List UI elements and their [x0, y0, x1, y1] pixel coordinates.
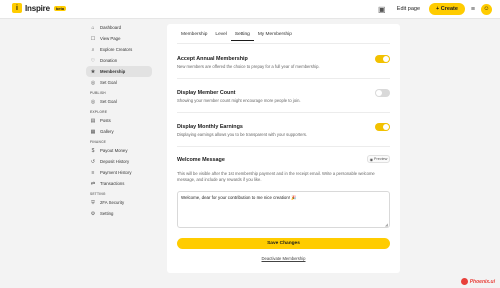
deactivate-membership-link[interactable]: Deactivate Membership — [167, 256, 400, 261]
settings-card: Membership Level Setting My Membership A… — [167, 24, 400, 273]
donation-icon: ♡ — [90, 57, 96, 64]
sidebar-item-label: Gallery — [100, 129, 114, 134]
set-goal-icon: ◎ — [90, 79, 96, 86]
divider — [177, 78, 390, 79]
membership-icon: ★ — [90, 68, 96, 75]
posts-icon: ▤ — [90, 117, 96, 124]
dashboard-icon: ⌂ — [91, 24, 95, 31]
member-count-toggle[interactable] — [375, 89, 390, 97]
eye-icon: ◉ — [369, 157, 373, 162]
sidebar-section-publish: PUBLISH — [90, 91, 106, 95]
sidebar-item-label: Explore Creators — [100, 47, 133, 52]
setting-annual-membership: Accept Annual Membership New members are… — [177, 55, 390, 69]
sidebar-item-transactions[interactable]: ⇄ Transactions — [86, 178, 152, 189]
set-goal-icon: ◎ — [90, 98, 96, 105]
logo[interactable]: i Inspire beta — [12, 3, 67, 13]
annual-membership-toggle[interactable] — [375, 55, 390, 63]
deposit-history-icon: ↺ — [90, 158, 96, 165]
top-bar: i Inspire beta ▣ Edit page + Create ≡ ☺ — [0, 0, 500, 19]
preview-label: Preview — [373, 157, 388, 161]
setting-description: New members are offered the choice to pr… — [177, 64, 320, 69]
watermark-text: Phoenix.ui — [469, 278, 495, 285]
tab-membership[interactable]: Membership — [177, 30, 211, 41]
tab-bar: Membership Level Setting My Membership — [177, 30, 296, 41]
sidebar-section-explore: EXPLORE — [90, 110, 108, 114]
sidebar-item-payment-history[interactable]: ≡ Payment History — [86, 167, 152, 178]
setting-icon: ⚙ — [90, 210, 96, 217]
tab-my-membership[interactable]: My Membership — [254, 30, 296, 41]
welcome-message-value: Welcome, dear for your contribution to m… — [181, 195, 297, 200]
sidebar-section-setting: SETTING — [90, 192, 106, 196]
welcome-description-text: This will be visible after the 1st membe… — [177, 171, 375, 182]
sidebar-item-label: Donation — [100, 58, 118, 63]
beta-badge: beta — [53, 5, 67, 11]
sidebar-item-2fa-security[interactable]: ⛨ 2FA Security — [86, 197, 152, 208]
logo-mark-icon: i — [12, 3, 22, 13]
sidebar-item-label: Posts — [100, 118, 111, 123]
2fa-security-icon: ⛨ — [91, 199, 95, 206]
setting-monthly-earnings: Display Monthly Earnings Displaying earn… — [177, 123, 390, 137]
payout-money-icon: $ — [91, 147, 95, 154]
sidebar-item-set-goal[interactable]: ◎ Set Goal — [86, 77, 152, 88]
sidebar-item-label: Payout Money — [100, 148, 128, 153]
sidebar-item-label: Transactions — [100, 181, 125, 186]
setting-description: Showing your member count might encourag… — [177, 98, 301, 103]
sidebar-item-gallery[interactable]: ▦ Gallery — [86, 126, 152, 137]
sidebar-item-posts[interactable]: ▤ Posts — [86, 115, 152, 126]
payment-history-icon: ≡ — [91, 169, 95, 176]
tabs-divider — [177, 43, 390, 44]
setting-description: Displaying earnings allows you to be tra… — [177, 132, 308, 137]
sidebar-item-membership[interactable]: ★ Membership — [86, 66, 152, 77]
save-changes-button[interactable]: Save Changes — [177, 238, 390, 249]
sidebar-item-label: Set Goal — [100, 99, 117, 104]
edit-page-button[interactable]: Edit page — [394, 6, 423, 12]
sidebar-item-label: Setting — [100, 211, 114, 216]
transactions-icon: ⇄ — [90, 180, 96, 187]
avatar[interactable]: ☺ — [481, 3, 492, 15]
watermark: Phoenix.ui — [460, 278, 495, 285]
view-page-icon: ☐ — [90, 35, 96, 42]
sidebar-item-payout-money[interactable]: $ Payout Money — [86, 145, 152, 156]
top-actions: ▣ Edit page + Create ≡ ☺ — [376, 3, 492, 15]
divider — [177, 112, 390, 113]
sidebar-item-label: Membership — [100, 69, 126, 74]
sidebar-item-label: Set Goal — [100, 80, 117, 85]
tab-setting[interactable]: Setting — [230, 30, 254, 41]
sidebar-item-label: 2FA Security — [100, 200, 125, 205]
logo-text: Inspire — [25, 3, 50, 13]
gallery-icon[interactable]: ▣ — [376, 3, 388, 15]
sidebar-item-label: Payment History — [100, 170, 132, 175]
sidebar-item-label: Dashboard — [100, 25, 122, 30]
welcome-message-textarea[interactable]: Welcome, dear for your contribution to m… — [177, 191, 390, 228]
preview-button[interactable]: ◉ Preview — [367, 155, 390, 163]
sidebar-section-finance: FINANCE — [90, 140, 107, 144]
sidebar-item-label: View Page — [100, 36, 121, 41]
monthly-earnings-toggle[interactable] — [375, 123, 390, 131]
sidebar-item-view-page[interactable]: ☐ View Page — [86, 33, 152, 44]
sidebar-item-setting[interactable]: ⚙ Setting — [86, 208, 152, 219]
sidebar-item-dashboard[interactable]: ⌂ Dashboard — [86, 22, 152, 33]
sidebar-item-set-goal[interactable]: ◎ Set Goal — [86, 96, 152, 107]
welcome-message-title: Welcome Message — [177, 157, 225, 163]
divider — [177, 146, 390, 147]
welcome-description: This will be visible after the 1st membe… — [177, 171, 382, 182]
tab-level[interactable]: Level — [211, 30, 230, 41]
create-button[interactable]: + Create — [429, 3, 465, 15]
setting-title: Accept Annual Membership — [177, 56, 248, 62]
resize-handle-icon[interactable]: ◢ — [385, 222, 388, 227]
sidebar: ⌂ Dashboard ☐ View Page ⌕ Explore Creators ♡ Do… — [86, 19, 154, 288]
watermark-logo-icon — [460, 278, 468, 285]
sidebar-item-deposit-history[interactable]: ↺ Deposit History — [86, 156, 152, 167]
welcome-message-section: Welcome Message — [177, 157, 390, 163]
explore-creators-icon: ⌕ — [91, 46, 95, 53]
sidebar-item-donation[interactable]: ♡ Donation — [86, 55, 152, 66]
gallery-icon: ▦ — [90, 128, 96, 135]
setting-title: Display Monthly Earnings — [177, 124, 243, 130]
sidebar-item-explore-creators[interactable]: ⌕ Explore Creators — [86, 44, 152, 55]
menu-icon[interactable]: ≡ — [471, 6, 475, 13]
sidebar-item-label: Deposit History — [100, 159, 130, 164]
setting-title: Display Member Count — [177, 90, 236, 96]
setting-member-count: Display Member Count Showing your member… — [177, 89, 390, 103]
